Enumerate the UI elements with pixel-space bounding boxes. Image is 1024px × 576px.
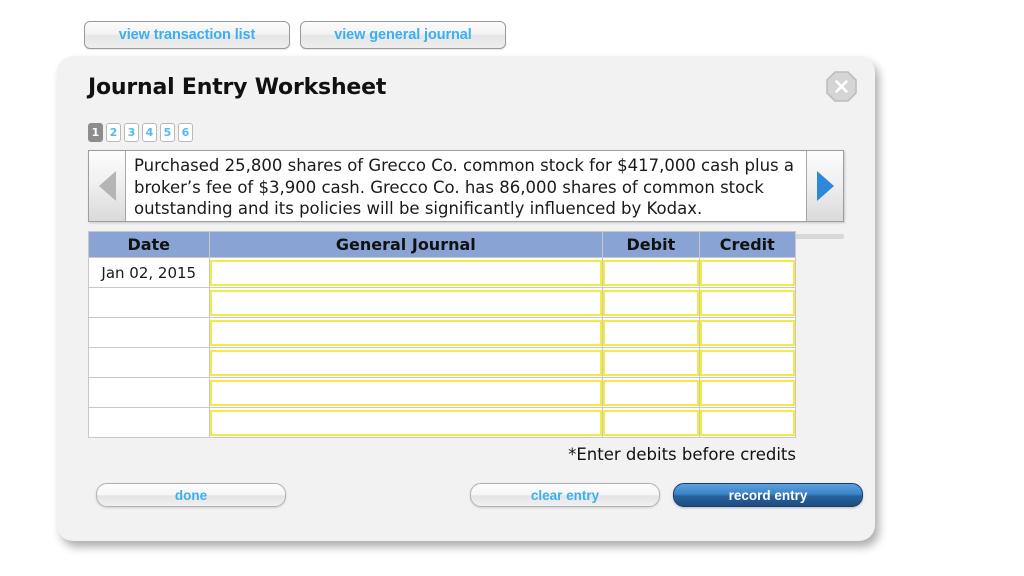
cell-debit — [602, 257, 700, 288]
cell-date: Jan 02, 2015 — [88, 257, 210, 288]
column-header-credit: Credit — [698, 231, 797, 258]
credit-input[interactable] — [699, 409, 795, 436]
credit-input[interactable] — [699, 289, 795, 316]
credit-input[interactable] — [699, 319, 795, 346]
general-journal-input[interactable] — [209, 259, 603, 286]
general-journal-input[interactable] — [209, 409, 603, 436]
cell-credit — [698, 347, 797, 378]
pagination-tab-6[interactable]: 6 — [178, 123, 193, 142]
table-row — [88, 347, 797, 378]
cell-credit — [698, 257, 797, 288]
general-journal-input[interactable] — [209, 379, 603, 406]
next-transaction-button[interactable] — [806, 151, 843, 221]
clear-entry-button[interactable]: clear entry — [470, 483, 660, 507]
pagination-tabs[interactable]: 123456 — [88, 123, 193, 142]
cell-general-journal — [208, 377, 604, 408]
cell-general-journal — [208, 347, 604, 378]
credit-input[interactable] — [699, 259, 795, 286]
cell-credit — [698, 407, 797, 438]
transaction-description-panel: Purchased 25,800 shares of Grecco Co. co… — [88, 150, 844, 222]
table-row — [88, 377, 797, 408]
pagination-tab-1[interactable]: 1 — [88, 123, 103, 142]
view-transaction-list-button[interactable]: view transaction list — [84, 21, 290, 49]
view-general-journal-button[interactable]: view general journal — [300, 21, 506, 49]
transaction-description-text: Purchased 25,800 shares of Grecco Co. co… — [126, 151, 806, 221]
done-button[interactable]: done — [96, 483, 286, 507]
debit-input[interactable] — [603, 379, 699, 406]
record-entry-button[interactable]: record entry — [673, 483, 863, 507]
cell-date — [88, 347, 210, 378]
pagination-tab-4[interactable]: 4 — [142, 123, 157, 142]
cell-debit — [602, 317, 700, 348]
cell-general-journal — [208, 317, 604, 348]
debit-input[interactable] — [603, 349, 699, 376]
table-row — [88, 317, 797, 348]
cell-debit — [602, 407, 700, 438]
cell-general-journal — [208, 287, 604, 318]
credit-input[interactable] — [699, 349, 795, 376]
general-journal-input[interactable] — [209, 349, 603, 376]
cell-credit — [698, 317, 797, 348]
debit-input[interactable] — [603, 409, 699, 436]
cell-credit — [698, 287, 797, 318]
table-row — [88, 407, 797, 438]
table-row: Jan 02, 2015 — [88, 257, 797, 288]
triangle-right-icon — [816, 171, 834, 201]
pagination-tab-5[interactable]: 5 — [160, 123, 175, 142]
debit-input[interactable] — [603, 289, 699, 316]
cell-date — [88, 317, 210, 348]
general-journal-input[interactable] — [209, 289, 603, 316]
triangle-left-icon — [98, 171, 116, 201]
close-icon[interactable] — [826, 71, 857, 102]
screen: view transaction list view general journ… — [0, 0, 1024, 576]
column-header-general-journal: General Journal — [208, 231, 604, 258]
previous-transaction-button[interactable] — [89, 151, 126, 221]
cell-debit — [602, 377, 700, 408]
cell-general-journal — [208, 257, 604, 288]
general-journal-input[interactable] — [209, 319, 603, 346]
credit-input[interactable] — [699, 379, 795, 406]
cell-date — [88, 377, 210, 408]
cell-debit — [602, 347, 700, 378]
column-header-date: Date — [88, 231, 210, 258]
page-title: Journal Entry Worksheet — [88, 75, 387, 100]
cell-date — [88, 287, 210, 318]
debits-before-credits-note: *Enter debits before credits — [568, 445, 796, 464]
table-header-row: Date General Journal Debit Credit — [88, 231, 797, 258]
cell-general-journal — [208, 407, 604, 438]
pagination-tab-3[interactable]: 3 — [124, 123, 139, 142]
debit-input[interactable] — [603, 259, 699, 286]
table-row — [88, 287, 797, 318]
journal-entry-worksheet-dialog: Journal Entry Worksheet 123456 Purchased… — [57, 56, 875, 541]
cell-credit — [698, 377, 797, 408]
cell-date — [88, 407, 210, 438]
cell-debit — [602, 287, 700, 318]
debit-input[interactable] — [603, 319, 699, 346]
pagination-tab-2[interactable]: 2 — [106, 123, 121, 142]
column-header-debit: Debit — [602, 231, 700, 258]
journal-entry-table: Date General Journal Debit Credit Jan 02… — [88, 231, 797, 438]
